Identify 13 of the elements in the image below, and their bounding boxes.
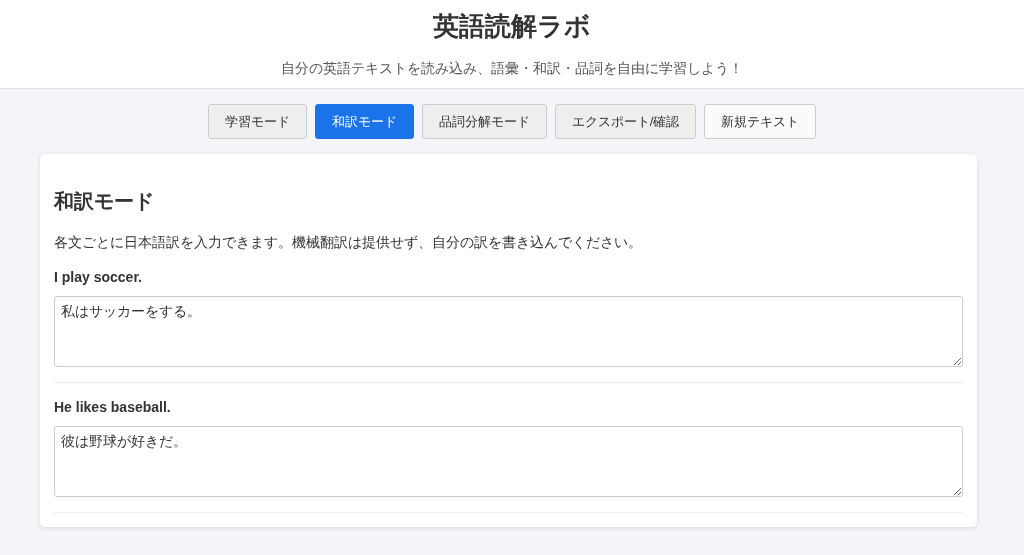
mode-tab[interactable]: 和訳モード xyxy=(314,104,414,139)
panel-description: 各文ごとに日本語訳を入力できます。機械翻訳は提供せず、自分の訳を書き込んでください。 xyxy=(54,233,643,252)
mode-tab[interactable]: エクスポート/確認 xyxy=(554,104,697,139)
mode-tab[interactable]: 学習モード xyxy=(207,104,307,139)
mode-tab[interactable]: 品詞分解モード xyxy=(421,104,547,139)
mode-tab[interactable]: 新規テキスト xyxy=(704,104,817,139)
translation-field[interactable]: 彼は野球が好きだ。 xyxy=(54,426,963,497)
english-sentence: He likes baseball. xyxy=(54,398,172,417)
translation-field[interactable]: 私はサッカーをする。 xyxy=(54,296,963,367)
english-sentence: I play soccer. xyxy=(54,268,143,287)
page-title: 英語読解ラボ xyxy=(433,10,591,43)
page-subtitle: 自分の英語テキストを読み込み、語彙・和訳・品詞を自由に学習しよう！ xyxy=(281,59,743,78)
panel-title: 和訳モード xyxy=(54,189,155,214)
